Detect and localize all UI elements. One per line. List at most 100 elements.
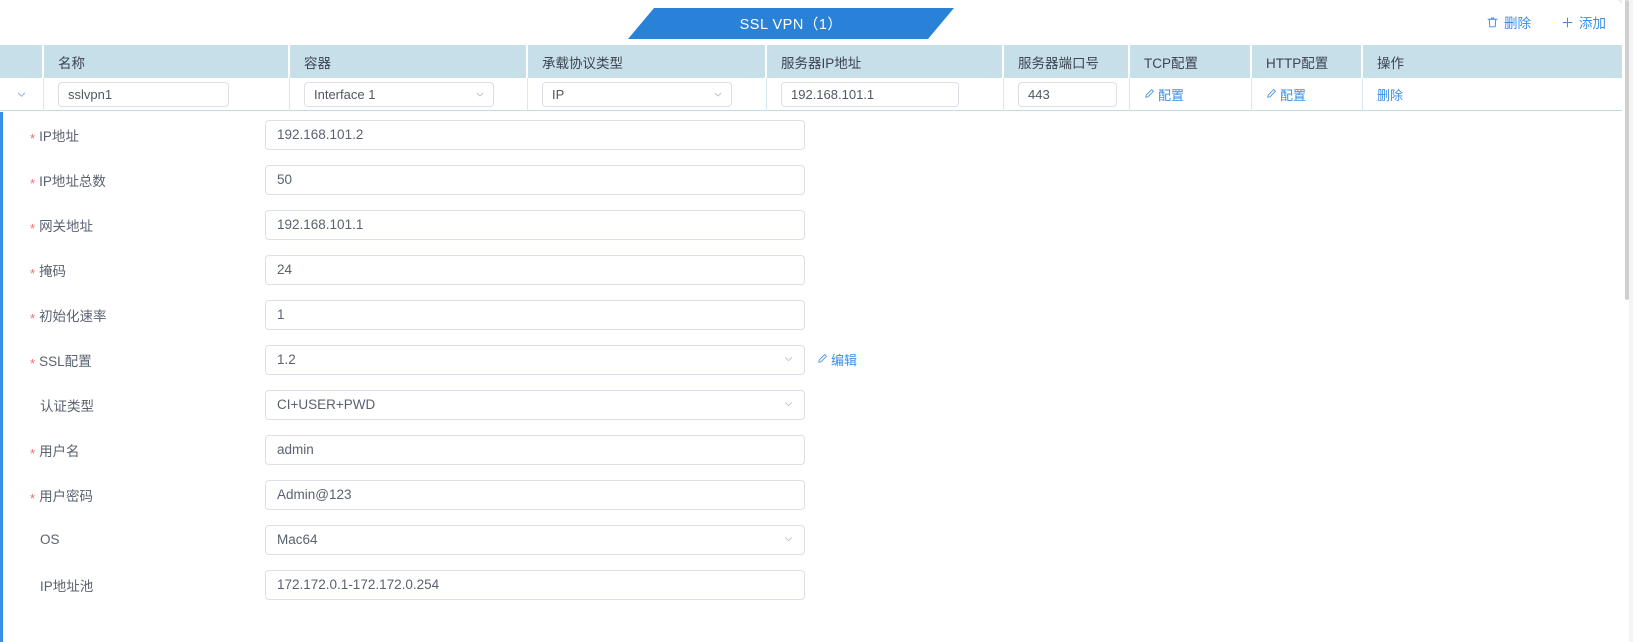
- form-row-password: * 用户密码: [3, 472, 1622, 517]
- chevron-down-icon: [783, 532, 794, 547]
- chevron-down-icon: [475, 87, 485, 102]
- row-http-config-cell: 配置: [1252, 78, 1363, 111]
- page-scrollbar-thumb[interactable]: [1625, 0, 1629, 300]
- required-asterisk: *: [30, 132, 35, 145]
- pencil-icon: [1144, 87, 1155, 102]
- pencil-icon: [817, 352, 828, 367]
- init-rate-input[interactable]: [265, 300, 805, 330]
- chevron-down-icon: [713, 87, 723, 102]
- gateway-address-input[interactable]: [265, 210, 805, 240]
- os-select[interactable]: Mac64: [265, 525, 805, 555]
- table-header-http-config: HTTP配置: [1252, 45, 1363, 78]
- row-tcp-config-cell: 配置: [1130, 78, 1252, 111]
- label-auth-type-text: 认证类型: [40, 395, 94, 415]
- form-row-netmask: * 掩码: [3, 247, 1622, 292]
- label-ssl-config-text: SSL配置: [39, 350, 92, 370]
- table-header-expand: [0, 45, 44, 78]
- label-ip-pool-text: IP地址池: [40, 575, 93, 595]
- ssl-config-edit-link-label: 编辑: [831, 350, 857, 369]
- ip-address-input[interactable]: [265, 120, 805, 150]
- required-asterisk: *: [30, 447, 35, 460]
- label-username-text: 用户名: [39, 440, 80, 460]
- form-row-username: * 用户名: [3, 427, 1622, 472]
- row-name-cell: [44, 78, 290, 111]
- row-operation-cell: 删除: [1363, 78, 1622, 111]
- add-button[interactable]: 添加: [1561, 12, 1606, 32]
- http-config-link[interactable]: 配置: [1266, 85, 1306, 104]
- form-row-ip-pool: IP地址池: [3, 562, 1622, 607]
- form-row-gateway-address: * 网关地址: [3, 202, 1622, 247]
- trash-icon: [1486, 16, 1499, 29]
- name-input[interactable]: [58, 82, 229, 107]
- label-ssl-config: * SSL配置: [3, 350, 265, 370]
- label-os: OS: [3, 532, 265, 547]
- tab-ssl-vpn[interactable]: SSL VPN（1）: [628, 8, 954, 39]
- chevron-down-icon: [783, 352, 794, 367]
- row-delete-link[interactable]: 删除: [1377, 85, 1403, 104]
- http-config-link-label: 配置: [1280, 85, 1306, 104]
- chevron-down-icon[interactable]: [11, 84, 33, 106]
- table-header-protocol: 承载协议类型: [528, 45, 767, 78]
- page-scrollbar-track[interactable]: [1629, 0, 1633, 642]
- delete-button-label: 删除: [1504, 12, 1531, 32]
- required-asterisk: *: [30, 222, 35, 235]
- delete-button[interactable]: 删除: [1486, 12, 1531, 32]
- row-protocol-cell: IP: [528, 78, 767, 111]
- tcp-config-link[interactable]: 配置: [1144, 85, 1184, 104]
- auth-type-select[interactable]: CI+USER+PWD: [265, 390, 805, 420]
- ip-address-total-input[interactable]: [265, 165, 805, 195]
- form-row-ssl-config: * SSL配置 1.2: [3, 337, 1622, 382]
- protocol-select[interactable]: IP: [542, 82, 732, 107]
- container-select[interactable]: Interface 1: [304, 82, 494, 107]
- add-button-label: 添加: [1579, 12, 1606, 32]
- required-asterisk: *: [30, 312, 35, 325]
- plus-icon: [1561, 16, 1574, 29]
- pencil-icon: [1266, 87, 1277, 102]
- label-gateway-address-text: 网关地址: [39, 215, 93, 235]
- form-row-ip-address: * IP地址: [3, 112, 1622, 157]
- container-select-value: Interface 1: [314, 87, 375, 102]
- required-asterisk: *: [30, 492, 35, 505]
- server-port-input[interactable]: [1018, 82, 1117, 107]
- form-row-init-rate: * 初始化速率: [3, 292, 1622, 337]
- label-ip-pool: IP地址池: [3, 575, 265, 595]
- ssl-vpn-card: SSL VPN（1） 删除: [0, 0, 1622, 642]
- label-gateway-address: * 网关地址: [3, 215, 265, 235]
- table-row: Interface 1 IP: [0, 78, 1622, 111]
- password-input[interactable]: [265, 480, 805, 510]
- expanded-detail-panel: * IP地址 * IP地址总数 * 网关地址: [0, 112, 1622, 642]
- label-ip-address-text: IP地址: [39, 125, 79, 145]
- table-header-container: 容器: [290, 45, 528, 78]
- protocol-select-value: IP: [552, 87, 564, 102]
- label-os-text: OS: [40, 532, 60, 547]
- label-init-rate: * 初始化速率: [3, 305, 265, 325]
- label-auth-type: 认证类型: [3, 395, 265, 415]
- row-server-ip-cell: [767, 78, 1004, 111]
- netmask-input[interactable]: [265, 255, 805, 285]
- required-asterisk: *: [30, 177, 35, 190]
- server-ip-input[interactable]: [781, 82, 959, 107]
- os-select-value: Mac64: [277, 532, 318, 547]
- ssl-config-edit-link[interactable]: 编辑: [817, 350, 857, 369]
- ip-pool-input[interactable]: [265, 570, 805, 600]
- label-netmask: * 掩码: [3, 260, 265, 280]
- username-input[interactable]: [265, 435, 805, 465]
- auth-type-select-value: CI+USER+PWD: [277, 397, 375, 412]
- form-row-auth-type: 认证类型 CI+USER+PWD: [3, 382, 1622, 427]
- row-container-cell: Interface 1: [290, 78, 528, 111]
- table-header-tcp-config: TCP配置: [1130, 45, 1252, 78]
- form-row-os: OS Mac64: [3, 517, 1622, 562]
- tcp-config-link-label: 配置: [1158, 85, 1184, 104]
- table-header-name: 名称: [44, 45, 290, 78]
- ssl-config-select[interactable]: 1.2: [265, 345, 805, 375]
- label-ip-address-total-text: IP地址总数: [39, 170, 106, 190]
- row-server-port-cell: [1004, 78, 1130, 111]
- label-password: * 用户密码: [3, 485, 265, 505]
- tab-bar: SSL VPN（1） 删除: [0, 0, 1622, 45]
- app-root: SSL VPN（1） 删除: [0, 0, 1637, 642]
- label-password-text: 用户密码: [39, 485, 93, 505]
- label-username: * 用户名: [3, 440, 265, 460]
- label-ip-address-total: * IP地址总数: [3, 170, 265, 190]
- label-ip-address: * IP地址: [3, 125, 265, 145]
- form-row-ip-address-total: * IP地址总数: [3, 157, 1622, 202]
